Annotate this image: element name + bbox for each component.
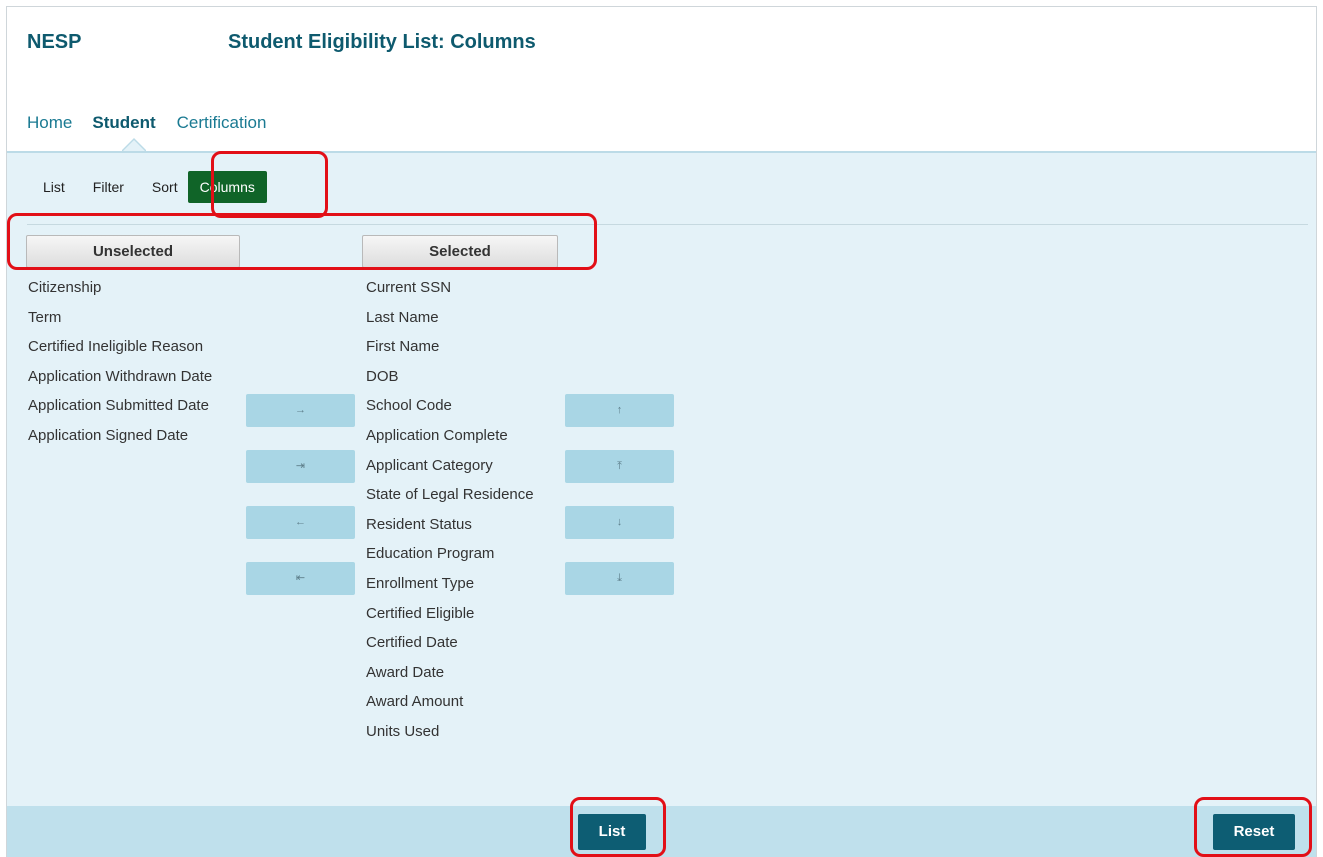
list-item[interactable]: Applicant Category bbox=[366, 456, 534, 486]
move-left-button[interactable]: ← bbox=[246, 506, 355, 539]
unselected-list: Citizenship Term Certified Ineligible Re… bbox=[28, 278, 212, 456]
unselected-header[interactable]: Unselected bbox=[26, 235, 240, 268]
list-item[interactable]: Last Name bbox=[366, 308, 534, 338]
list-item[interactable]: Application Submitted Date bbox=[28, 396, 212, 426]
subnav-filter[interactable]: Filter bbox=[79, 173, 138, 201]
page-header: NESP Student Eligibility List: Columns H… bbox=[7, 7, 1316, 152]
nav-home[interactable]: Home bbox=[27, 113, 72, 133]
move-up-button[interactable]: ↑ bbox=[565, 394, 674, 427]
arrow-left-bar-icon: ⇤ bbox=[295, 572, 306, 584]
subnav-columns[interactable]: Columns bbox=[187, 171, 267, 203]
list-item[interactable]: Award Date bbox=[366, 663, 534, 693]
active-nav-caret-icon bbox=[122, 137, 146, 152]
arrow-up-icon: ↑ bbox=[616, 404, 623, 416]
move-top-button[interactable]: ⤒ bbox=[565, 450, 674, 483]
move-bottom-button[interactable]: ⤓ bbox=[565, 562, 674, 595]
list-button[interactable]: List bbox=[578, 814, 646, 850]
list-item[interactable]: Certified Ineligible Reason bbox=[28, 337, 212, 367]
list-item[interactable]: Certified Date bbox=[366, 633, 534, 663]
selected-header[interactable]: Selected bbox=[362, 235, 558, 268]
list-item[interactable]: First Name bbox=[366, 337, 534, 367]
sub-nav: List Filter Sort Columns bbox=[28, 171, 267, 203]
nav-certification[interactable]: Certification bbox=[177, 113, 267, 133]
list-item[interactable]: Citizenship bbox=[28, 278, 212, 308]
subnav-sort[interactable]: Sort bbox=[138, 173, 182, 201]
page-title: Student Eligibility List: Columns bbox=[228, 31, 536, 53]
arrow-right-bar-icon: ⇥ bbox=[295, 460, 306, 472]
nav-student[interactable]: Student bbox=[92, 113, 155, 133]
app-window: NESP Student Eligibility List: Columns H… bbox=[6, 6, 1317, 857]
move-down-button[interactable]: ↓ bbox=[565, 506, 674, 539]
footer-bar: List Reset bbox=[7, 806, 1316, 857]
list-item[interactable]: Application Complete bbox=[366, 426, 534, 456]
list-item[interactable]: Award Amount bbox=[366, 692, 534, 722]
list-item[interactable]: Application Withdrawn Date bbox=[28, 367, 212, 397]
arrow-down-icon: ↓ bbox=[616, 516, 623, 528]
move-all-left-button[interactable]: ⇤ bbox=[246, 562, 355, 595]
list-item[interactable]: Enrollment Type bbox=[366, 574, 534, 604]
content-panel: List Filter Sort Columns Unselected Sele… bbox=[7, 151, 1316, 806]
list-item[interactable]: Current SSN bbox=[366, 278, 534, 308]
reset-button[interactable]: Reset bbox=[1213, 814, 1295, 850]
arrow-bottom-icon: ⤓ bbox=[617, 572, 622, 584]
arrow-left-icon: ← bbox=[295, 516, 306, 528]
arrow-right-icon: → bbox=[295, 404, 306, 416]
list-item[interactable]: Resident Status bbox=[366, 515, 534, 545]
list-item[interactable]: DOB bbox=[366, 367, 534, 397]
list-item[interactable]: Certified Eligible bbox=[366, 604, 534, 634]
move-right-button[interactable]: → bbox=[246, 394, 355, 427]
main-nav: Home Student Certification bbox=[27, 113, 286, 133]
brand-logo[interactable]: NESP bbox=[27, 31, 81, 54]
list-item[interactable]: State of Legal Residence bbox=[366, 485, 534, 515]
arrow-top-icon: ⤒ bbox=[617, 460, 622, 472]
selected-list: Current SSN Last Name First Name DOB Sch… bbox=[366, 278, 534, 752]
move-all-right-button[interactable]: ⇥ bbox=[246, 450, 355, 483]
list-item[interactable]: Term bbox=[28, 308, 212, 338]
subnav-list[interactable]: List bbox=[28, 173, 79, 201]
divider bbox=[27, 224, 1308, 225]
list-item[interactable]: Units Used bbox=[366, 722, 534, 752]
list-item[interactable]: Application Signed Date bbox=[28, 426, 212, 456]
list-item[interactable]: Education Program bbox=[366, 544, 534, 574]
list-item[interactable]: School Code bbox=[366, 396, 534, 426]
